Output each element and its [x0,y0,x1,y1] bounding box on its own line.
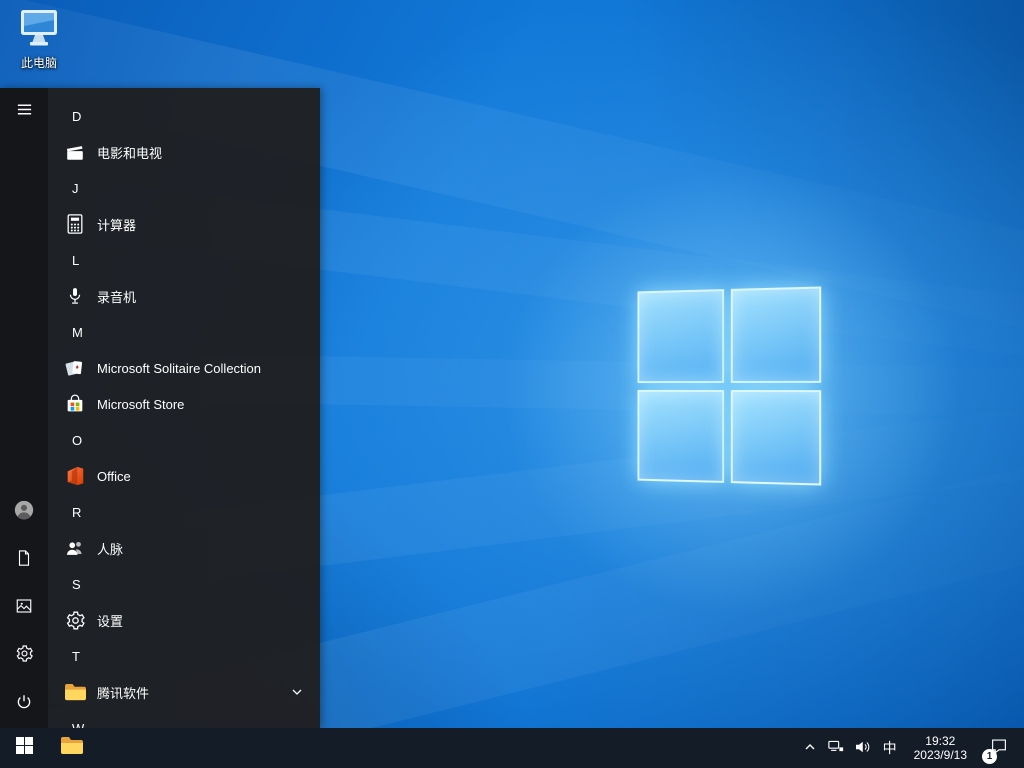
app-office[interactable]: Office [48,458,320,494]
desktop-icon-this-pc[interactable]: 此电脑 [6,8,72,71]
ime-indicator[interactable]: 中 [875,728,905,768]
clock-time: 19:32 [925,734,956,748]
app-label: Microsoft Store [97,396,185,412]
section-letter-w[interactable]: W [48,710,320,729]
windows-logo-pane [637,289,724,383]
rail-spacer [0,136,48,488]
section-letter-r[interactable]: R [48,494,320,530]
app-label: 计算器 [97,217,137,233]
app-label: 录音机 [97,289,137,305]
section-letter-s[interactable]: S [48,566,320,602]
windows-logo-pane [637,389,724,483]
voice-recorder-icon [62,283,88,309]
app-microsoft-solitaire[interactable]: Microsoft Solitaire Collection [48,350,320,386]
chevron-up-icon [803,740,817,757]
app-label: Microsoft Solitaire Collection [97,360,262,376]
app-label: Office [97,468,131,484]
network-button[interactable] [823,728,849,768]
calculator-icon [62,211,88,237]
action-center-button[interactable]: 1 [976,728,1022,768]
start-menu-app-list: D 电影和电视 J 计算器 L 录音机 M Microsoft Solitair… [48,88,320,728]
volume-icon [853,738,871,759]
app-microsoft-store[interactable]: Microsoft Store [48,386,320,422]
start-button[interactable] [0,728,48,768]
desktop-screen: 此电脑 D 电影和电视 J 计算器 L 录音机 M Microsoft Soli… [0,0,1024,768]
folder-icon [62,679,88,705]
app-label: 设置 [97,613,124,629]
computer-icon [17,8,61,53]
document-icon [15,549,33,572]
power-button[interactable] [0,680,48,728]
app-calculator[interactable]: 计算器 [48,206,320,242]
pictures-icon [15,597,33,620]
network-icon [827,738,845,759]
notification-badge: 1 [982,749,997,764]
chevron-down-icon[interactable] [288,686,306,698]
windows-logo-pane [730,286,822,383]
app-folder-tencent[interactable]: 腾讯软件 [48,674,320,710]
section-letter-l[interactable]: L [48,242,320,278]
section-letter-t[interactable]: T [48,638,320,674]
windows-logo-icon [15,737,33,759]
windows-logo-pane [730,389,822,486]
start-menu: D 电影和电视 J 计算器 L 录音机 M Microsoft Solitair… [0,88,320,728]
taskbar-clock[interactable]: 19:32 2023/9/13 [905,728,976,768]
desktop-icon-label: 此电脑 [20,56,57,70]
start-menu-rail [0,88,48,728]
movies-tv-icon [62,139,88,165]
rail-settings-button[interactable] [0,632,48,680]
app-label: 腾讯软件 [97,685,150,701]
documents-button[interactable] [0,536,48,584]
expand-menu-button[interactable] [0,88,48,136]
app-voice-recorder[interactable]: 录音机 [48,278,320,314]
section-letter-o[interactable]: O [48,422,320,458]
windows-logo [637,286,822,486]
volume-button[interactable] [849,728,875,768]
store-bag-icon [62,391,88,417]
taskbar: 中 19:32 2023/9/13 1 [0,728,1024,768]
app-movies-and-tv[interactable]: 电影和电视 [48,134,320,170]
app-label: 人脉 [97,541,124,557]
system-tray: 中 19:32 2023/9/13 1 [797,728,1024,768]
section-letter-m[interactable]: M [48,314,320,350]
gear-icon [15,644,34,668]
app-people[interactable]: 人脉 [48,530,320,566]
pictures-button[interactable] [0,584,48,632]
account-icon [13,499,35,526]
folder-icon [60,736,84,761]
clock-date: 2023/9/13 [913,748,967,762]
section-letter-d[interactable]: D [48,98,320,134]
gear-icon [62,607,88,633]
people-icon [62,535,88,561]
power-icon [15,693,33,716]
office-icon [62,463,88,489]
app-settings[interactable]: 设置 [48,602,320,638]
hamburger-icon [16,101,33,123]
show-hidden-icons-button[interactable] [797,728,823,768]
app-label: 电影和电视 [97,145,163,161]
solitaire-cards-icon [62,355,88,381]
file-explorer-button[interactable] [48,728,96,768]
account-button[interactable] [0,488,48,536]
section-letter-j[interactable]: J [48,170,320,206]
